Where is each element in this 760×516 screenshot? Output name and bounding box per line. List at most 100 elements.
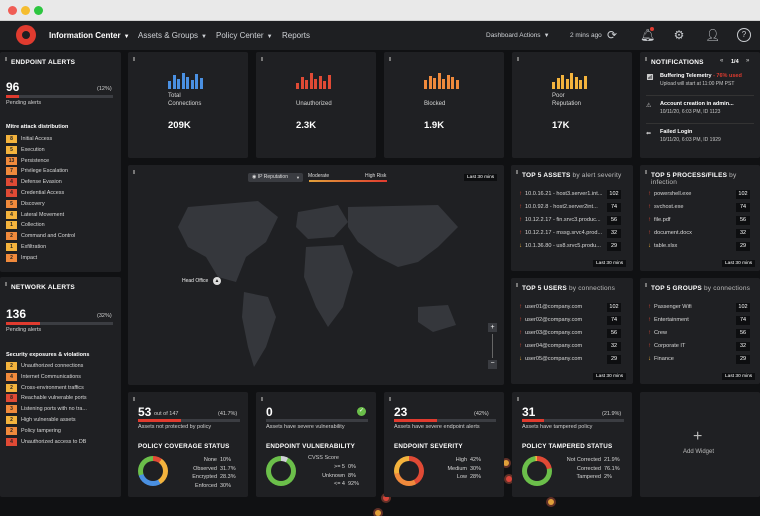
nav-information-center[interactable]: Information Center ▼ bbox=[49, 31, 130, 40]
list-row[interactable]: ↑ Crew 56 bbox=[648, 328, 758, 338]
list-row[interactable]: ↑ 10.12.2.17 - fin.srvc3.produc... 56 bbox=[519, 215, 629, 225]
user-icon[interactable]: 👤︎ bbox=[705, 28, 720, 42]
notification-item[interactable]: Account creation in admin... 10/11/20, 6:… bbox=[660, 101, 734, 115]
mitre-item[interactable]: 8 Initial Access bbox=[6, 135, 52, 143]
notification-item[interactable]: Failed Login 10/11/20, 6:03 PM, ID 1929 bbox=[660, 129, 721, 143]
threat-hotspot[interactable] bbox=[375, 510, 381, 516]
stat-tile[interactable]: Poor Reputation 17K bbox=[512, 52, 632, 158]
add-icon[interactable]: + bbox=[693, 428, 702, 446]
drag-handle-icon[interactable] bbox=[517, 397, 519, 401]
mitre-item[interactable]: 4 Lateral Movement bbox=[6, 210, 64, 219]
refresh-icon[interactable]: ⟳ bbox=[605, 28, 619, 42]
mitre-item[interactable]: 1 Collection bbox=[6, 221, 45, 230]
exposure-item[interactable]: 3 Listening ports with no tra... bbox=[6, 405, 87, 414]
drag-handle-icon[interactable] bbox=[389, 397, 391, 401]
mitre-item[interactable]: 5 Discovery bbox=[6, 199, 45, 208]
stat-tile[interactable]: Blocked 1.9K bbox=[384, 52, 504, 158]
stat-tile[interactable]: Unauthorized 2.3K bbox=[256, 52, 376, 158]
list-row[interactable]: ↑ file.pdf 56 bbox=[648, 215, 758, 225]
exposure-item[interactable]: 4 Internet Communications bbox=[6, 372, 81, 381]
list-row[interactable]: ↓ 10.1.36.80 - us8.srvc5.produ... 29 bbox=[519, 241, 629, 251]
head-office-marker-icon[interactable]: ▲ bbox=[213, 277, 221, 285]
drag-handle-icon[interactable] bbox=[261, 397, 263, 401]
maximize-window-icon[interactable] bbox=[34, 6, 43, 15]
exposure-item[interactable]: 2 Cross-environment traffics bbox=[6, 383, 84, 392]
severity-tile[interactable]: 23 (42%) Assets have severe endpoint alert… bbox=[384, 392, 504, 497]
list-row[interactable]: ↑ user01@company.com 102 bbox=[519, 302, 629, 312]
drag-handle-icon[interactable] bbox=[133, 170, 135, 174]
dashboard-actions-dropdown[interactable]: Dashboard Actions ▼ bbox=[486, 32, 550, 39]
mitre-item[interactable]: 7 Privilege Escalation bbox=[6, 167, 68, 176]
nav-policy-center[interactable]: Policy Center ▼ bbox=[216, 31, 273, 40]
help-icon[interactable]: ? bbox=[737, 28, 751, 42]
list-row[interactable]: ↑ document.docx 32 bbox=[648, 228, 758, 238]
spark-bar bbox=[437, 73, 441, 89]
list-row[interactable]: ↓ Finance 29 bbox=[648, 354, 758, 364]
drag-handle-icon[interactable] bbox=[516, 283, 518, 287]
brand-logo-icon[interactable] bbox=[16, 25, 36, 45]
mitre-item[interactable]: 4 Defense Evasion bbox=[6, 178, 62, 187]
drag-handle-icon[interactable] bbox=[133, 57, 135, 61]
mitre-item[interactable]: 2 Impact bbox=[6, 253, 37, 262]
drag-handle-icon[interactable] bbox=[517, 57, 519, 61]
mitre-item[interactable]: 5 Execution bbox=[6, 145, 45, 154]
list-row[interactable]: ↑ Corporate IT 32 bbox=[648, 341, 758, 351]
mitre-item[interactable]: 1 Exfiltration bbox=[6, 243, 46, 251]
next-page-icon[interactable]: » bbox=[746, 58, 749, 64]
drag-handle-icon[interactable] bbox=[516, 170, 518, 174]
list-row[interactable]: ↑ Entertainment 74 bbox=[648, 315, 758, 325]
drag-handle-icon[interactable] bbox=[645, 170, 647, 174]
donut-chart bbox=[266, 456, 296, 486]
notification-item[interactable]: Buffering Telemetry - 76% used Upload wil… bbox=[660, 73, 742, 87]
close-window-icon[interactable] bbox=[8, 6, 17, 15]
zoom-out-button[interactable]: − bbox=[488, 360, 497, 369]
mitre-item[interactable]: 13 Persistence bbox=[6, 156, 49, 165]
stat-tile[interactable]: Total Connections 209K bbox=[128, 52, 248, 158]
zoom-slider[interactable] bbox=[492, 334, 493, 358]
list-row[interactable]: ↑ powershell.exe 102 bbox=[648, 189, 758, 199]
list-row[interactable]: ↓ user05@company.com 29 bbox=[519, 354, 629, 364]
drag-handle-icon[interactable] bbox=[5, 57, 7, 61]
gear-icon[interactable]: ⚙ bbox=[672, 28, 686, 42]
list-row[interactable]: ↑ svchost.exe 74 bbox=[648, 202, 758, 212]
list-label: table.xlsx bbox=[654, 243, 678, 249]
exposure-item[interactable]: 4 Unauthorized access to DB bbox=[6, 437, 86, 446]
list-row[interactable]: ↑ user03@company.com 56 bbox=[519, 328, 629, 338]
list-row[interactable]: ↑ user02@company.com 74 bbox=[519, 315, 629, 325]
list-row[interactable]: ↑ user04@company.com 32 bbox=[519, 341, 629, 351]
exposure-item[interactable]: 8 Reachable vulnerable ports bbox=[6, 394, 87, 403]
login-icon: ⬅︎ bbox=[646, 131, 652, 137]
exposure-item[interactable]: 2 Policy tampering bbox=[6, 426, 61, 435]
vuln-tile[interactable]: 0 ✓ Assets have severe vulnerability ENDPOI… bbox=[256, 392, 376, 497]
time-range: Last 30 mins bbox=[593, 260, 627, 267]
legend-moderate: Moderate bbox=[308, 173, 330, 179]
drag-handle-icon[interactable] bbox=[133, 397, 135, 401]
exposure-item[interactable]: 2 Unauthorized connections bbox=[6, 362, 83, 370]
exposure-item[interactable]: 2 High vulnerable assets bbox=[6, 416, 76, 424]
list-row[interactable]: ↓ table.xlsx 29 bbox=[648, 241, 758, 251]
drag-handle-icon[interactable] bbox=[645, 283, 647, 287]
prev-page-icon[interactable]: « bbox=[720, 58, 723, 64]
drag-handle-icon[interactable] bbox=[389, 57, 391, 61]
policy-tile[interactable]: 53 out of 147 (41.7%) Assets not protected … bbox=[128, 392, 248, 497]
drag-handle-icon[interactable] bbox=[645, 57, 647, 61]
exposure-label: Listening ports with no tra... bbox=[21, 406, 87, 413]
drag-handle-icon[interactable] bbox=[5, 282, 7, 286]
nav-assets-groups[interactable]: Assets & Groups ▼ bbox=[138, 31, 207, 40]
list-row[interactable]: ↑ Passenger Wifi 102 bbox=[648, 302, 758, 312]
trend-arrow-icon: ↑ bbox=[648, 317, 651, 323]
threat-hotspot[interactable] bbox=[548, 499, 554, 505]
map-layer-select[interactable]: ◉ IP Reputation ▼ bbox=[248, 173, 303, 182]
drag-handle-icon[interactable] bbox=[261, 57, 263, 61]
list-row[interactable]: ↑ 10.12.2.17 - mssg.srvc4.prod... 32 bbox=[519, 228, 629, 238]
list-value: 74 bbox=[736, 202, 750, 212]
nav-reports[interactable]: Reports bbox=[282, 31, 310, 40]
mitre-item[interactable]: 2 Command and Control bbox=[6, 232, 75, 241]
list-row[interactable]: ↑ 10.0.92.8 - host2.server2int... 74 bbox=[519, 202, 629, 212]
tampered-tile[interactable]: 31 (21.9%) Assets have tampered policy POLI… bbox=[512, 392, 632, 497]
list-row[interactable]: ↑ 10.0.16.21 - host3.server1.int... 102 bbox=[519, 189, 629, 199]
minimize-window-icon[interactable] bbox=[21, 6, 30, 15]
mitre-item[interactable]: 4 Credential Access bbox=[6, 189, 64, 197]
add-widget-panel[interactable]: + Add Widget bbox=[640, 392, 760, 497]
zoom-in-button[interactable]: + bbox=[488, 323, 497, 332]
